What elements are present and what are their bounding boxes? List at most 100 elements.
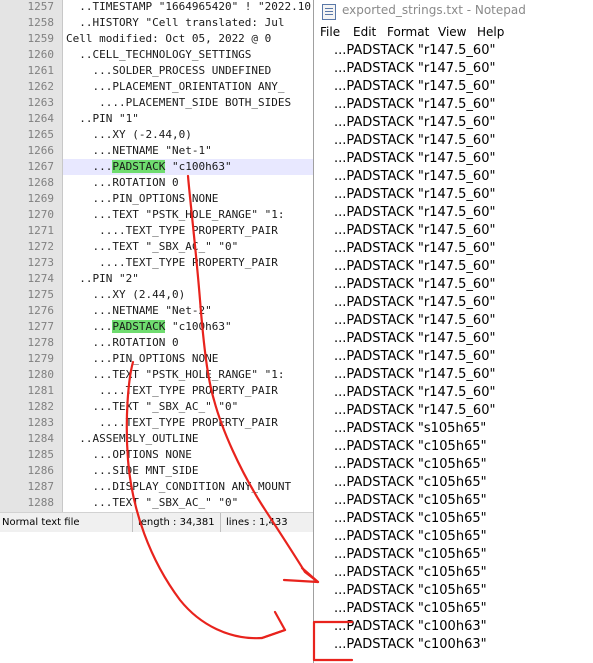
code-line: Cell modified: Oct 05, 2022 @ 0 xyxy=(66,32,272,45)
text-line: ...PADSTACK "r147.5_60" xyxy=(334,223,496,238)
annotation-arrowhead-lower xyxy=(260,610,287,640)
text-line: ...PADSTACK "r147.5_60" xyxy=(334,97,496,112)
menu-file[interactable]: File xyxy=(320,25,340,39)
code-prefix: ... xyxy=(66,320,113,333)
text-line: ...PADSTACK "r147.5_60" xyxy=(334,43,496,58)
text-line: ...PADSTACK "c105h65" xyxy=(334,493,487,508)
text-line: ...PADSTACK "c105h65" xyxy=(334,457,487,472)
text-line: ...PADSTACK "c105h65" xyxy=(334,529,487,544)
text-line: ...PADSTACK "r147.5_60" xyxy=(334,313,496,328)
text-line: ...PADSTACK "r147.5_60" xyxy=(334,79,496,94)
line-number: 1261 xyxy=(27,64,55,77)
code-line: ...XY (2.44,0) xyxy=(66,288,186,301)
text-line: ...PADSTACK "r147.5_60" xyxy=(334,241,496,256)
code-line: ..PIN "1" xyxy=(66,112,139,125)
text-line: ...PADSTACK "r147.5_60" xyxy=(334,259,496,274)
code-line: ...PADSTACK "c100h63" xyxy=(66,319,232,335)
text-line: ...PADSTACK "c105h65" xyxy=(334,583,487,598)
code-line: ..CELL_TECHNOLOGY_SETTINGS xyxy=(66,48,252,61)
code-line: ...PIN_OPTIONS NONE xyxy=(66,352,219,365)
code-line: ....TEXT_TYPE PROPERTY_PAIR xyxy=(66,224,278,237)
text-line: ...PADSTACK "r147.5_60" xyxy=(334,151,496,166)
code-line: ...ROTATION 0 xyxy=(66,336,179,349)
title-bar[interactable]: exported_strings.txt - Notepad xyxy=(314,0,593,22)
text-line: ...PADSTACK "c105h65" xyxy=(334,565,487,580)
text-line: ...PADSTACK "r147.5_60" xyxy=(334,331,496,346)
code-line: ....TEXT_TYPE PROPERTY_PAIR xyxy=(66,256,278,269)
line-number: 1266 xyxy=(27,144,55,157)
code-line: ...PIN_OPTIONS NONE xyxy=(66,192,219,205)
line-number-gutter: 1257 1258 1259 1260 1261 1262 1263 1264 1265 1266… xyxy=(0,0,63,512)
code-line: ...NETNAME "Net-2" xyxy=(66,304,212,317)
line-number: 1272 xyxy=(27,240,55,253)
line-number: 1270 xyxy=(27,208,55,221)
text-line: ...PADSTACK "r147.5_60" xyxy=(334,169,496,184)
code-line: ..ASSEMBLY_OUTLINE xyxy=(66,432,199,445)
text-line: ...PADSTACK "c100h63" xyxy=(334,619,487,634)
code-line: ..HISTORY "Cell translated: Jul xyxy=(66,16,285,29)
text-line: ...PADSTACK "c105h65" xyxy=(334,439,487,454)
text-line: ...PADSTACK "c105h65" xyxy=(334,475,487,490)
line-number: 1267 xyxy=(27,160,55,173)
search-match-highlight: PADSTACK xyxy=(112,320,166,333)
code-line: ...TEXT "PSTK_HOLE_RANGE" "1: xyxy=(66,368,285,381)
code-line: ...NETNAME "Net-1" xyxy=(66,144,212,157)
code-line: ....TEXT_TYPE PROPERTY_PAIR xyxy=(66,384,278,397)
menu-edit[interactable]: Edit xyxy=(353,25,376,39)
line-number: 1265 xyxy=(27,128,55,141)
line-number: 1273 xyxy=(27,256,55,269)
text-line: ...PADSTACK "s105h65" xyxy=(334,421,487,436)
text-line: ...PADSTACK "r147.5_60" xyxy=(334,133,496,148)
code-line: ....PLACEMENT_SIDE BOTH_SIDES xyxy=(66,96,292,109)
line-number: 1269 xyxy=(27,192,55,205)
line-number: 1274 xyxy=(27,272,55,285)
line-number: 1264 xyxy=(27,112,55,125)
menu-help[interactable]: Help xyxy=(477,25,504,39)
lines-label: lines : 1,433 xyxy=(226,517,288,528)
code-line: ...SOLDER_PROCESS UNDEFINED xyxy=(66,64,272,77)
menu-view[interactable]: View xyxy=(438,25,466,39)
line-number: 1288 xyxy=(27,496,55,509)
text-line: ...PADSTACK "c105h65" xyxy=(334,547,487,562)
notepad-icon xyxy=(322,4,336,20)
line-number: 1257 xyxy=(27,0,55,13)
length-label: length : 34,381 xyxy=(138,517,215,528)
text-line: ...PADSTACK "r147.5_60" xyxy=(334,295,496,310)
text-line: ...PADSTACK "r147.5_60" xyxy=(334,403,496,418)
status-separator xyxy=(220,513,221,532)
text-line: ...PADSTACK "r147.5_60" xyxy=(334,115,496,130)
search-match-highlight: PADSTACK xyxy=(112,160,166,173)
line-number: 1281 xyxy=(27,384,55,397)
code-line: ...ROTATION 0 xyxy=(66,176,179,189)
code-line: ...DISPLAY_CONDITION ANY_MOUNT xyxy=(66,480,292,493)
line-number: 1286 xyxy=(27,464,55,477)
line-number: 1258 xyxy=(27,16,55,29)
line-number: 1262 xyxy=(27,80,55,93)
menu-format[interactable]: Format xyxy=(387,25,429,39)
code-line: ...OPTIONS NONE xyxy=(66,448,192,461)
text-line: ...PADSTACK "r147.5_60" xyxy=(334,367,496,382)
text-line: ...PADSTACK "c100h63" xyxy=(334,637,487,652)
line-number: 1283 xyxy=(27,416,55,429)
code-suffix: "c100h63" xyxy=(165,320,232,333)
text-line: ...PADSTACK "r147.5_60" xyxy=(334,187,496,202)
code-line: ..PIN "2" xyxy=(66,272,139,285)
code-suffix: "c100h63" xyxy=(165,160,232,173)
line-number: 1271 xyxy=(27,224,55,237)
code-line: ...TEXT "_SBX_AC_" "0" xyxy=(66,240,239,253)
text-area[interactable]: ...PADSTACK "r147.5_60" ...PADSTACK "r147… xyxy=(314,42,593,663)
text-line: ...PADSTACK "r147.5_60" xyxy=(334,205,496,220)
text-line: ...PADSTACK "r147.5_60" xyxy=(334,385,496,400)
code-editor[interactable]: 1257 1258 1259 1260 1261 1262 1263 1264 1265 1266… xyxy=(0,0,318,532)
code-line: ...XY (-2.44,0) xyxy=(66,128,192,141)
code-line: ...TEXT "_SBX_AC_" "0" xyxy=(66,400,239,413)
line-number: 1276 xyxy=(27,304,55,317)
line-number: 1260 xyxy=(27,48,55,61)
status-separator xyxy=(132,513,133,532)
status-bar: Normal text file length : 34,381 lines :… xyxy=(0,512,318,532)
code-line: ...PADSTACK "c100h63" xyxy=(66,159,232,175)
line-number: 1282 xyxy=(27,400,55,413)
line-number: 1280 xyxy=(27,368,55,381)
menu-bar: File Edit Format View Help xyxy=(314,22,593,42)
code-line: ...TEXT "_SBX_AC_" "0" xyxy=(66,496,239,509)
